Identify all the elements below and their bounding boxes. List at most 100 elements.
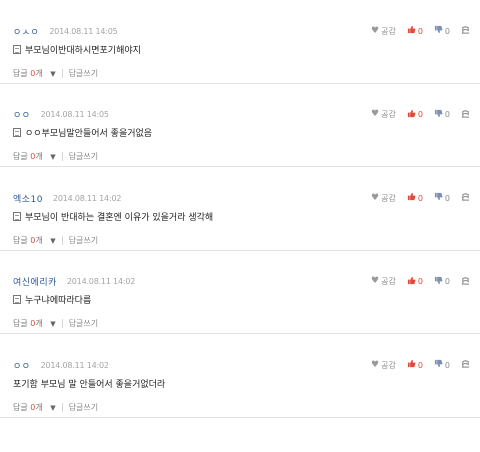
report-icon [461,192,470,204]
reply-unit: 개 [35,68,43,78]
reply-unit: 개 [35,235,43,245]
comment-footer: 답글 0개 ▼ 답글쓰기 [13,66,98,80]
comment-text: 부모님이반대하시면포기해야지 [25,45,141,56]
divider [61,319,63,329]
like-button[interactable]: 0 [407,276,423,288]
dislike-button[interactable]: 0 [434,109,450,121]
comment-date: 2014.08.11 14:02 [40,360,109,370]
comment-footer: 답글 0개 ▼ 답글쓰기 [13,233,98,247]
report-button[interactable] [461,359,470,371]
comment-header: 엑소10 2014.08.11 14:02 ♥ 공감 0 0 [13,191,480,205]
report-button[interactable] [461,276,470,288]
comment-header: ㅇㅅㅇ 2014.08.11 14:05 ♥ 공감 0 0 [13,24,480,38]
like-button[interactable]: 0 [407,192,423,204]
dislike-button[interactable]: 0 [434,359,450,371]
divider [61,402,63,412]
thumbs-up-icon [407,192,416,204]
comment-header: ㅇㅇ 2014.08.11 14:05 ♥ 공감 0 0 [13,108,480,122]
empathy-button[interactable]: ♥ 공감 [371,193,396,204]
heart-icon: ♥ [371,25,380,36]
empathy-button[interactable]: ♥ 공감 [371,109,396,120]
empathy-button[interactable]: ♥ 공감 [371,360,396,371]
like-count: 0 [417,193,423,203]
heart-icon: ♥ [371,276,380,287]
comment-footer: 답글 0개 ▼ 답글쓰기 [13,400,98,414]
like-button[interactable]: 0 [407,109,423,121]
comment-item: 여신에리카 2014.08.11 14:02 ♥ 공감 0 0 누구냐에따라다름… [0,251,480,335]
comment-author[interactable]: ㅇㅇ [13,359,31,372]
comment-item: 엑소10 2014.08.11 14:02 ♥ 공감 0 0 부모님이 반대하는… [0,167,480,251]
comment-item: ㅇㅇ 2014.08.11 14:05 ♥ 공감 0 0 ㅇㅇ부모님말안들어서 … [0,84,480,168]
reply-toggle-button[interactable]: 답글 0개 ▼ [13,68,56,79]
comment-author[interactable]: 여신에리카 [13,275,57,288]
like-count: 0 [417,360,423,370]
dislike-button[interactable]: 0 [434,276,450,288]
thumbs-up-icon [407,109,416,121]
comment-text: 누구냐에따라다름 [25,296,92,307]
caret-down-icon: ▼ [50,236,56,245]
thumbs-down-icon [434,25,443,37]
reply-unit: 개 [35,402,43,412]
document-icon [13,295,21,305]
dislike-count: 0 [444,277,450,287]
write-reply-button[interactable]: 답글쓰기 [69,235,98,246]
write-reply-button[interactable]: 답글쓰기 [69,68,98,79]
thumbs-down-icon [434,359,443,371]
comment-text: ㅇㅇ부모님말안들어서 좋을거없음 [25,129,153,140]
heart-icon: ♥ [371,109,380,120]
write-reply-button[interactable]: 답글쓰기 [69,318,98,329]
comment-actions: ♥ 공감 0 0 [360,108,470,122]
reply-toggle-button[interactable]: 답글 0개 ▼ [13,402,56,413]
reply-label: 답글 [13,235,28,245]
write-reply-button[interactable]: 답글쓰기 [69,402,98,413]
comment-author[interactable]: 엑소10 [13,192,43,205]
document-icon [13,44,21,54]
comment-date: 2014.08.11 14:02 [53,193,122,203]
comment-date: 2014.08.11 14:05 [40,110,109,120]
empathy-button[interactable]: ♥ 공감 [371,26,396,37]
report-button[interactable] [461,25,470,37]
dislike-count: 0 [444,360,450,370]
dislike-button[interactable]: 0 [434,25,450,37]
write-reply-button[interactable]: 답글쓰기 [69,151,98,162]
empathy-label: 공감 [381,360,396,370]
reply-label: 답글 [13,319,28,329]
comment-actions: ♥ 공감 0 0 [360,191,470,205]
caret-down-icon: ▼ [50,320,56,329]
like-button[interactable]: 0 [407,359,423,371]
dislike-button[interactable]: 0 [434,192,450,204]
report-icon [461,109,470,121]
report-icon [461,276,470,288]
comment-date: 2014.08.11 14:05 [49,26,118,36]
comment-author[interactable]: ㅇㅇ [13,108,31,121]
reply-label: 답글 [13,152,28,162]
comment-body: 포기함 부모님 말 안들어서 좋을거없더라 [13,376,165,390]
thumbs-down-icon [434,276,443,288]
thumbs-up-icon [407,25,416,37]
comment-body: 누구냐에따라다름 [13,293,91,307]
heart-icon: ♥ [371,192,380,203]
dislike-count: 0 [444,193,450,203]
reply-unit: 개 [35,152,43,162]
reply-toggle-button[interactable]: 답글 0개 ▼ [13,235,56,246]
report-button[interactable] [461,192,470,204]
report-icon [461,25,470,37]
comment-date: 2014.08.11 14:02 [66,277,136,287]
dislike-count: 0 [444,26,450,36]
comment-body: 부모님이 반대하는 결혼엔 이유가 있을거라 생각해 [13,209,213,223]
like-button[interactable]: 0 [407,25,423,37]
empathy-label: 공감 [381,26,396,36]
like-count: 0 [417,26,423,36]
report-button[interactable] [461,109,470,121]
reply-toggle-button[interactable]: 답글 0개 ▼ [13,318,56,329]
like-count: 0 [417,110,423,120]
reply-toggle-button[interactable]: 답글 0개 ▼ [13,151,56,162]
comment-author[interactable]: ㅇㅅㅇ [13,25,39,38]
comment-body: ㅇㅇ부모님말안들어서 좋을거없음 [13,126,152,140]
reply-unit: 개 [35,319,43,329]
empathy-button[interactable]: ♥ 공감 [371,276,396,287]
comment-header: ㅇㅇ 2014.08.11 14:02 ♥ 공감 0 0 [13,358,480,372]
heart-icon: ♥ [371,359,380,370]
empathy-label: 공감 [381,193,396,203]
reply-label: 답글 [13,402,28,412]
